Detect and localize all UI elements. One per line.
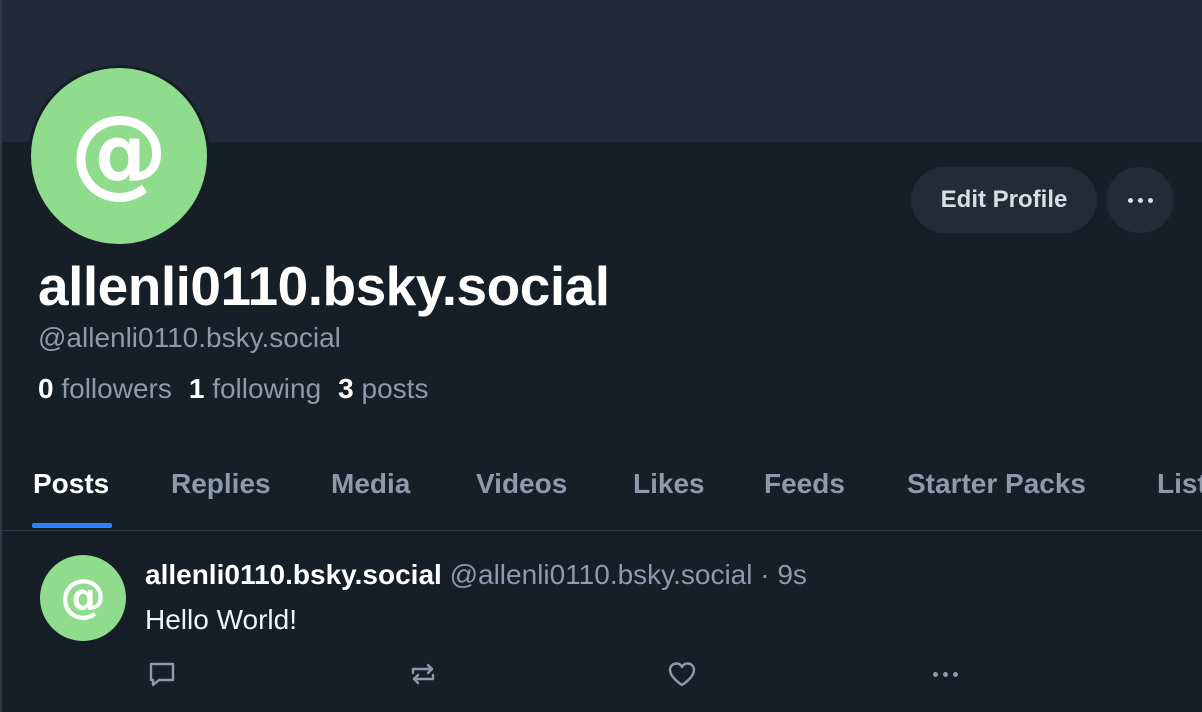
followers-stat[interactable]: 0 followers [38, 373, 172, 405]
at-sign-icon: @ [70, 95, 168, 209]
post-timestamp[interactable]: 9s [777, 559, 807, 590]
more-horizontal-icon [932, 671, 958, 677]
profile-stats: 0 followers 1 following 3 posts [38, 373, 428, 405]
profile-more-button[interactable] [1106, 167, 1174, 233]
like-button[interactable] [665, 657, 699, 691]
tab-replies[interactable]: Replies [171, 468, 271, 500]
repost-button[interactable] [406, 657, 440, 691]
reply-icon [149, 662, 175, 687]
repost-icon [411, 663, 435, 685]
post-separator: · [760, 559, 770, 590]
edit-profile-button[interactable]: Edit Profile [911, 167, 1097, 233]
tab-starter-packs[interactable]: Starter Packs [907, 468, 1086, 500]
tab-lists[interactable]: Lists [1157, 468, 1202, 500]
profile-page: @ Edit Profile allenli0110.bsky.social @… [0, 0, 1202, 712]
following-stat[interactable]: 1 following [189, 373, 321, 405]
post-header: allenli0110.bsky.social @allenli0110.bsk… [145, 559, 807, 591]
tab-feeds[interactable]: Feeds [764, 468, 845, 500]
more-horizontal-icon [1127, 197, 1153, 203]
tab-videos[interactable]: Videos [476, 468, 567, 500]
profile-avatar[interactable]: @ [28, 65, 210, 247]
profile-tabs: Posts Replies Media Videos Likes Feeds S… [2, 450, 1202, 531]
post-author[interactable]: allenli0110.bsky.social [145, 559, 442, 590]
tab-posts[interactable]: Posts [33, 468, 109, 500]
like-icon [668, 662, 696, 687]
posts-stat: 3 posts [338, 373, 429, 404]
profile-display-name: allenli0110.bsky.social [38, 255, 610, 317]
at-sign-icon: @ [60, 569, 106, 623]
profile-handle: @allenli0110.bsky.social [38, 322, 341, 353]
post-more-button[interactable] [928, 657, 962, 691]
post-avatar[interactable]: @ [40, 555, 126, 641]
tab-likes[interactable]: Likes [633, 468, 705, 500]
post-handle[interactable]: @allenli0110.bsky.social [450, 559, 753, 590]
feed-post[interactable]: @ allenli0110.bsky.social @allenli0110.b… [2, 531, 1202, 712]
reply-button[interactable] [145, 657, 179, 691]
active-tab-indicator [32, 523, 112, 528]
tab-media[interactable]: Media [331, 468, 410, 500]
post-text: Hello World! [145, 604, 297, 635]
